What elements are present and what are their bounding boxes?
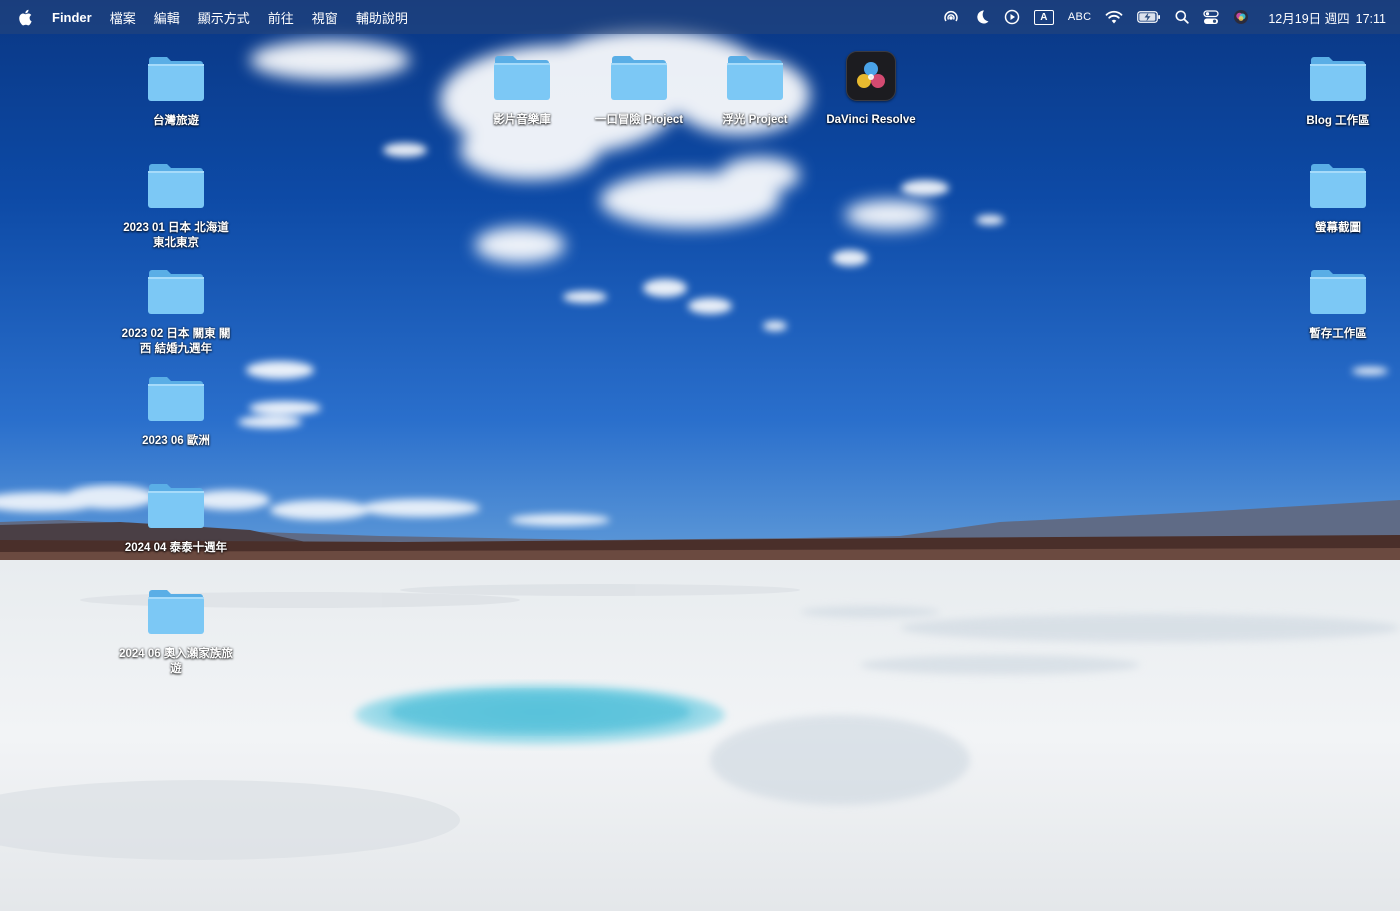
desktop-app-davinci-resolve[interactable]: DaVinci Resolve <box>811 49 931 128</box>
desktop-folder-fuguang-project[interactable]: 浮光 Project <box>695 49 815 128</box>
input-mode-icon[interactable]: A <box>1033 0 1054 34</box>
menu-app-finder[interactable]: Finder <box>44 10 101 25</box>
desktop-folder-adventure-project[interactable]: 一口冒險 Project <box>579 49 699 128</box>
input-source-label[interactable]: ABC <box>1068 0 1092 34</box>
menubar-date: 12月19日 週四 <box>1268 11 1350 26</box>
desktop-icon-label: 2024 04 泰泰十週年 <box>124 542 228 554</box>
folder-icon <box>1308 263 1368 315</box>
desktop-folder-blog-workspace[interactable]: Blog 工作區 <box>1278 50 1398 129</box>
desktop-icon-label: 2023 02 日本 關東 關西 結婚九週年 <box>121 328 231 355</box>
desktop-icon-label: DaVinci Resolve <box>826 114 916 126</box>
desktop-folder-screenshots[interactable]: 螢幕截圖 <box>1278 157 1398 236</box>
folder-icon <box>492 49 552 101</box>
airdrop-icon[interactable] <box>942 0 960 34</box>
wifi-icon[interactable] <box>1105 0 1123 34</box>
desktop-wallpaper <box>0 0 1400 911</box>
menubar-time: 17:11 <box>1355 11 1386 26</box>
desktop-folder-2024-06[interactable]: 2024 06 奧入瀨家族旅遊 <box>116 583 236 677</box>
folder-icon <box>725 49 785 101</box>
desktop-icon-label: 2023 01 日本 北海道 東北東京 <box>123 222 229 249</box>
desktop-folder-2023-06[interactable]: 2023 06 歐洲 <box>116 370 236 449</box>
desktop-icon-label: 影片音樂庫 <box>493 114 551 126</box>
menu-go[interactable]: 前往 <box>259 8 303 27</box>
desktop-icon-label: 台灣旅遊 <box>153 115 199 127</box>
desktop-icon-label: 一口冒險 Project <box>594 114 684 126</box>
desktop-icon-label: 2024 06 奧入瀨家族旅遊 <box>119 648 233 675</box>
desktop-icon-label: Blog 工作區 <box>1306 115 1370 127</box>
folder-icon <box>146 477 206 529</box>
menu-help[interactable]: 輔助說明 <box>347 8 417 27</box>
now-playing-icon[interactable] <box>1004 0 1020 34</box>
folder-icon <box>146 370 206 422</box>
desktop-folder-taiwan-travel[interactable]: 台灣旅遊 <box>116 50 236 129</box>
menubar-clock[interactable]: 12月19日 週四 17:11 <box>1268 8 1386 27</box>
desktop-icon-label: 浮光 Project <box>722 114 788 126</box>
desktop-folder-video-music-library[interactable]: 影片音樂庫 <box>462 49 582 128</box>
spotlight-search-icon[interactable] <box>1175 0 1190 34</box>
desktop-icon-label: 2023 06 歐洲 <box>142 435 210 447</box>
control-center-icon[interactable] <box>1203 0 1220 34</box>
folder-icon <box>609 49 669 101</box>
input-mode-badge: A <box>1033 9 1054 25</box>
menu-file[interactable]: 檔案 <box>101 8 145 27</box>
desktop-folder-2024-04[interactable]: 2024 04 泰泰十週年 <box>116 477 236 556</box>
desktop-icon-label: 暫存工作區 <box>1309 328 1367 340</box>
siri-icon[interactable] <box>1233 0 1249 34</box>
apple-logo-icon[interactable] <box>16 7 34 27</box>
folder-icon <box>146 157 206 209</box>
folder-icon <box>146 583 206 635</box>
desktop-folder-temp-workspace[interactable]: 暫存工作區 <box>1278 263 1398 342</box>
folder-icon <box>1308 157 1368 209</box>
menu-view[interactable]: 顯示方式 <box>189 8 259 27</box>
menu-edit[interactable]: 編輯 <box>145 8 189 27</box>
desktop-icon-label: 螢幕截圖 <box>1315 222 1361 234</box>
desktop-folder-2023-02[interactable]: 2023 02 日本 關東 關西 結婚九週年 <box>116 263 236 357</box>
menu-window[interactable]: 視窗 <box>303 8 347 27</box>
desktop-folder-2023-01[interactable]: 2023 01 日本 北海道 東北東京 <box>116 157 236 251</box>
folder-icon <box>1308 50 1368 102</box>
davinci-resolve-app-icon <box>846 51 896 101</box>
focus-moon-icon[interactable] <box>974 0 990 34</box>
folder-icon <box>146 50 206 102</box>
menu-bar: Finder 檔案 編輯 顯示方式 前往 視窗 輔助說明 A ABC 12月19… <box>0 0 1400 34</box>
battery-charging-icon[interactable] <box>1137 0 1161 34</box>
folder-icon <box>146 263 206 315</box>
